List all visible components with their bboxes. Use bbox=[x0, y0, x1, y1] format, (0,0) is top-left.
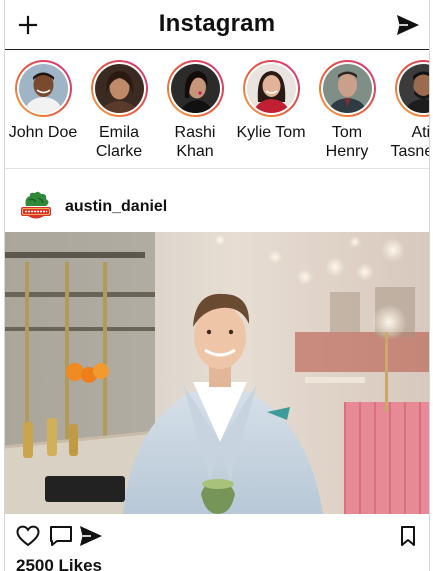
post-photo[interactable] bbox=[5, 232, 429, 514]
avatar bbox=[170, 64, 220, 113]
avatar bbox=[18, 64, 68, 113]
story-item[interactable]: Atif Tasneem bbox=[385, 60, 429, 161]
share-icon[interactable] bbox=[77, 522, 105, 550]
story-ring bbox=[14, 60, 72, 117]
story-name: Atif Tasneem bbox=[390, 124, 429, 160]
stories-bar: John Doe Emila Clarke Rashi Khan Kylie T… bbox=[5, 51, 429, 169]
post-username[interactable]: austin_daniel bbox=[65, 198, 167, 216]
story-ring bbox=[318, 60, 376, 117]
story-ring bbox=[242, 60, 300, 117]
app-title: Instagram bbox=[158, 10, 276, 37]
heart-icon[interactable] bbox=[14, 522, 42, 550]
story-ring bbox=[90, 60, 148, 117]
comment-icon[interactable] bbox=[47, 522, 75, 550]
story-name: Tom Henry bbox=[325, 124, 369, 160]
story-ring bbox=[394, 60, 429, 117]
avatar bbox=[94, 64, 144, 113]
app-frame: Instagram John Doe Emila Clarke Rashi Kh… bbox=[4, 0, 430, 571]
avatar bbox=[398, 64, 429, 113]
story-item[interactable]: Kylie Tom bbox=[233, 60, 309, 142]
story-item[interactable]: Tom Henry bbox=[309, 60, 385, 161]
story-ring bbox=[166, 60, 224, 117]
story-item[interactable]: Rashi Khan bbox=[157, 60, 233, 161]
likes-count: 2500 Likes bbox=[16, 556, 103, 571]
post-actions bbox=[5, 522, 429, 552]
story-name: John Doe bbox=[8, 124, 78, 141]
send-icon[interactable] bbox=[394, 11, 422, 39]
story-name: Emila Clarke bbox=[95, 124, 143, 160]
story-name: Rashi Khan bbox=[174, 124, 216, 160]
avatar bbox=[322, 64, 372, 113]
story-name: Kylie Tom bbox=[236, 124, 306, 141]
story-item[interactable]: John Doe bbox=[5, 60, 81, 142]
post-header: austin_daniel bbox=[5, 188, 429, 228]
top-header: Instagram bbox=[5, 0, 429, 50]
user-avatar-logo[interactable] bbox=[18, 190, 54, 224]
avatar bbox=[246, 64, 296, 113]
story-item[interactable]: Emila Clarke bbox=[81, 60, 157, 161]
bookmark-icon[interactable] bbox=[394, 522, 422, 550]
